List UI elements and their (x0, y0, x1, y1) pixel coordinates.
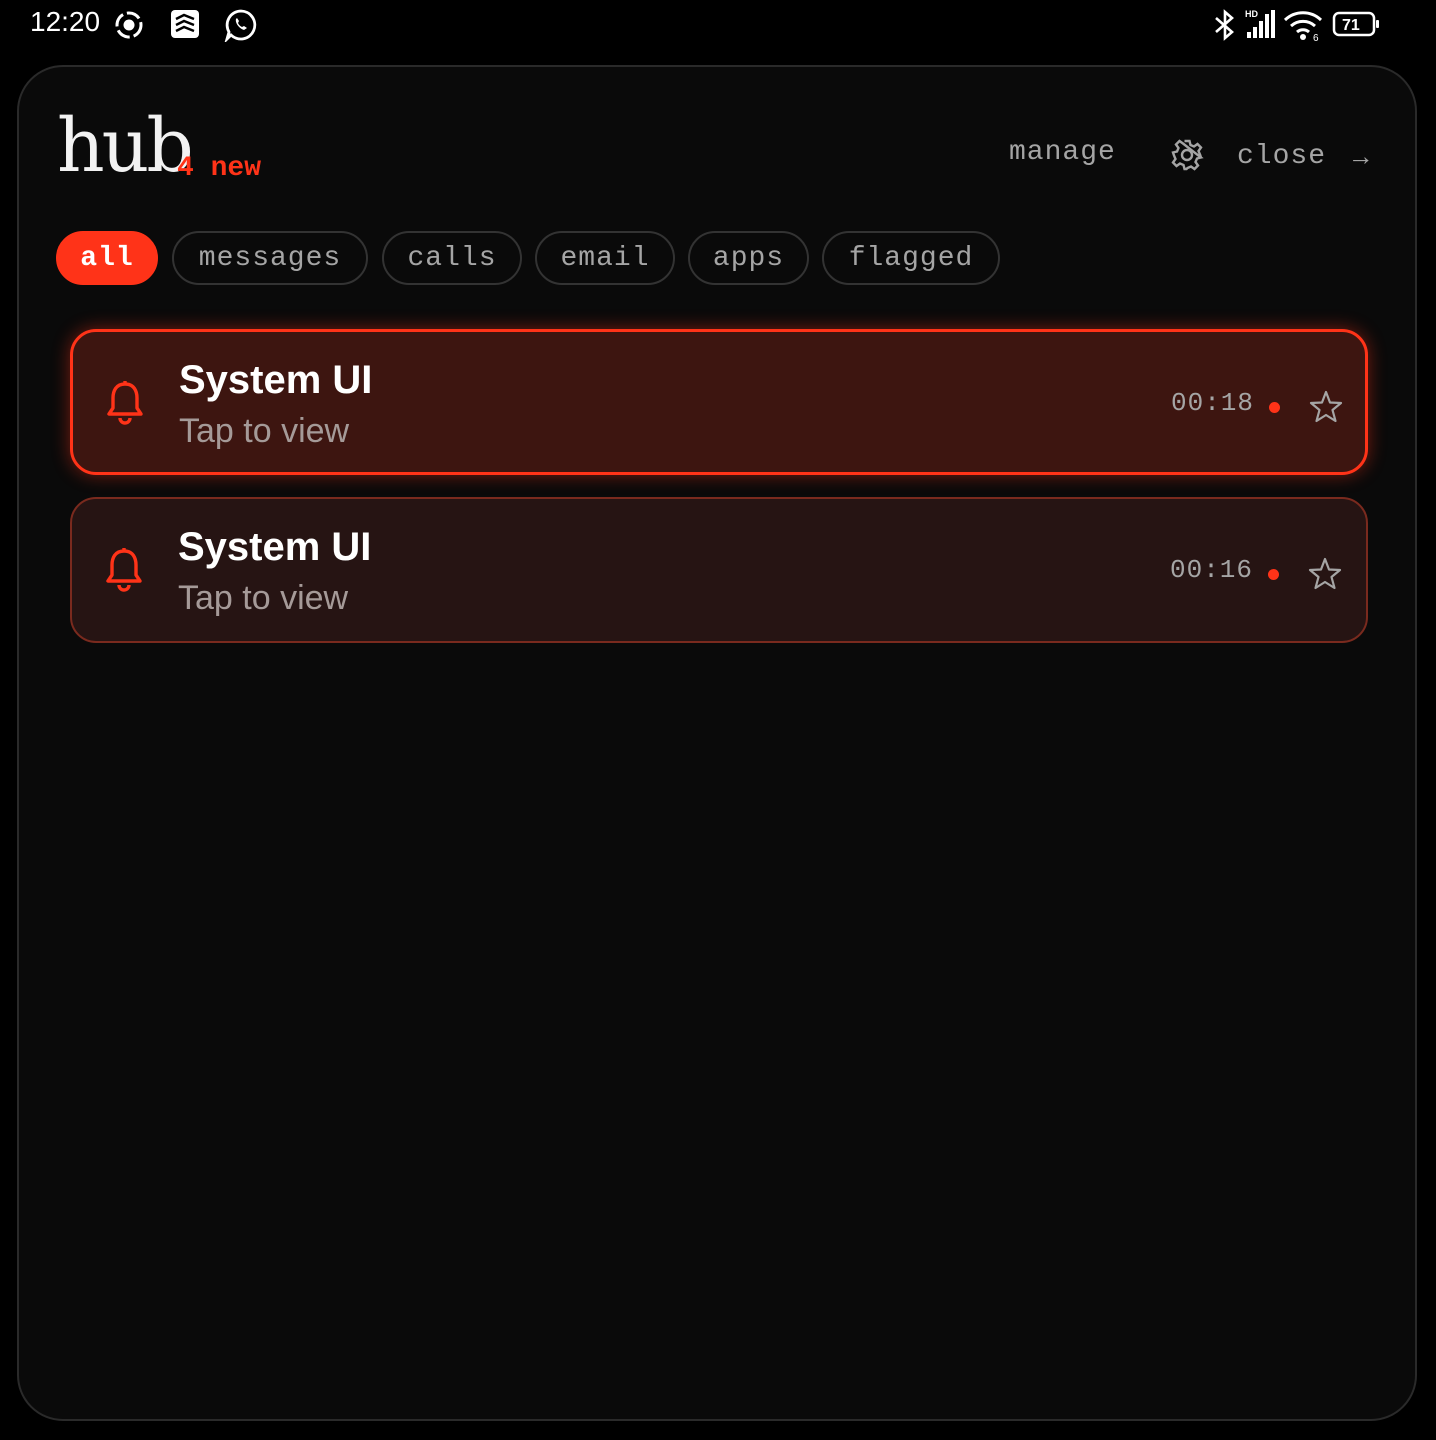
filter-chip-label: email (560, 242, 650, 274)
battery-icon: 71 (1332, 11, 1379, 37)
close-button[interactable]: close (1237, 143, 1326, 171)
page-title: hub (57, 103, 194, 189)
filter-chip-messages[interactable]: messages (172, 231, 368, 285)
notification-subtitle: Tap to view (179, 412, 350, 450)
wifi-icon: 6 (1283, 11, 1323, 42)
filter-chip-email[interactable]: email (535, 231, 675, 285)
status-time: 12:20 (30, 6, 101, 37)
bell-icon (107, 381, 143, 425)
filter-chip-all[interactable]: all (56, 231, 158, 285)
star-icon[interactable] (1309, 390, 1343, 424)
new-count-badge: 4 new (177, 153, 262, 184)
star-icon[interactable] (1308, 557, 1342, 591)
gear-icon[interactable] (1169, 137, 1205, 173)
task-app-icon (171, 10, 199, 38)
unread-dot (1268, 569, 1279, 580)
bluetooth-icon (1215, 9, 1234, 41)
notification-time: 00:16 (1170, 555, 1254, 585)
hub-panel: hub 4 new manage close → all messages ca… (17, 65, 1417, 1421)
hd-signal-icon: HD (1245, 9, 1275, 38)
screen-record-icon (115, 11, 143, 39)
notification-subtitle: Tap to view (178, 579, 349, 617)
arrow-right-icon[interactable]: → (1353, 145, 1370, 171)
notification-card[interactable]: System UI Tap to view 00:16 (70, 497, 1368, 643)
filter-chip-label: messages (198, 242, 342, 274)
manage-button[interactable]: manage (1009, 139, 1116, 167)
battery-level: 71 (1342, 17, 1360, 34)
filter-chip-label: flagged (848, 242, 974, 274)
whatsapp-icon (224, 9, 257, 42)
svg-text:HD: HD (1245, 9, 1258, 19)
status-bar: 12:20 HD 6 71 (0, 0, 1436, 50)
filter-chip-flagged[interactable]: flagged (822, 231, 1000, 285)
notification-card[interactable]: System UI Tap to view 00:18 (70, 329, 1368, 475)
filter-chip-label: apps (712, 242, 785, 274)
filter-chip-label: calls (407, 242, 497, 274)
filter-chip-calls[interactable]: calls (382, 231, 522, 285)
notification-title: System UI (178, 525, 372, 569)
bell-icon (106, 548, 142, 592)
filter-chip-apps[interactable]: apps (688, 231, 809, 285)
filter-chip-label: all (80, 242, 134, 274)
unread-dot (1269, 402, 1280, 413)
notification-title: System UI (179, 358, 373, 402)
notification-time: 00:18 (1171, 388, 1255, 418)
svg-text:6: 6 (1313, 33, 1319, 42)
